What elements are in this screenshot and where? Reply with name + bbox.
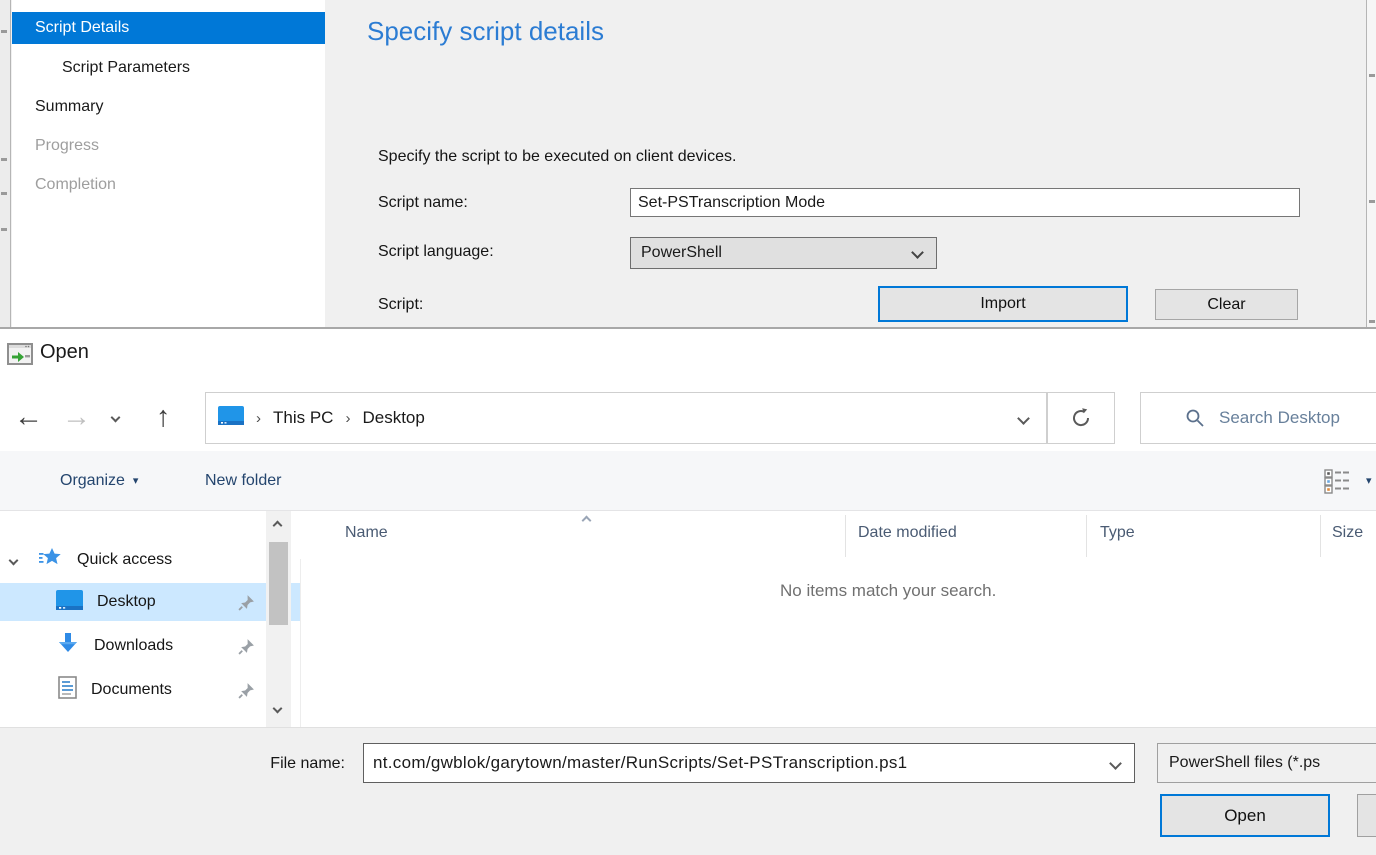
window-edge-artifact	[1, 192, 7, 195]
column-header-size[interactable]: Size	[1332, 524, 1363, 542]
empty-list-message: No items match your search.	[780, 581, 996, 601]
view-mode-chevron-icon[interactable]: ▾	[1366, 451, 1372, 510]
quick-access-icon	[39, 547, 63, 574]
new-folder-button[interactable]: New folder	[205, 451, 281, 510]
tree-item-label: Downloads	[94, 637, 173, 655]
open-dialog-icon	[7, 343, 33, 370]
column-divider[interactable]	[1086, 515, 1087, 557]
open-file-dialog: Open ← → ↑ › This PC › Desktop	[0, 329, 1376, 855]
column-divider[interactable]	[845, 515, 846, 557]
expander-chevron-icon[interactable]	[9, 555, 19, 565]
wizard-step-completion: Completion	[12, 169, 325, 201]
background-window-edge	[1366, 0, 1376, 329]
script-language-value: PowerShell	[641, 244, 722, 261]
chevron-down-icon	[911, 246, 924, 259]
search-placeholder: Search Desktop	[1219, 408, 1340, 428]
downloads-icon	[56, 632, 80, 661]
breadcrumb-separator: ›	[254, 410, 263, 427]
create-script-wizard-window: Script Details Script Parameters Summary…	[0, 0, 1376, 329]
column-divider[interactable]	[1320, 515, 1321, 557]
wizard-step-script-details[interactable]: Script Details	[12, 12, 325, 44]
navigation-pane: Quick access Desktop	[0, 511, 300, 727]
tree-item-desktop[interactable]: Desktop	[0, 583, 300, 621]
window-edge-artifact	[1369, 200, 1375, 203]
tree-scrollbar[interactable]	[266, 511, 291, 727]
view-mode-button[interactable]	[1322, 451, 1350, 510]
back-button[interactable]: ←	[14, 403, 43, 432]
page-title: Specify script details	[367, 16, 604, 47]
wizard-step-progress: Progress	[12, 130, 325, 162]
window-edge-artifact	[1, 228, 7, 231]
address-bar[interactable]: › This PC › Desktop	[205, 392, 1047, 444]
background-window-edge	[0, 0, 11, 329]
clear-button[interactable]: Clear	[1155, 289, 1298, 320]
script-description-text: Specify the script to be executed on cli…	[378, 148, 736, 166]
dialog-footer: File name: nt.com/gwblok/garytown/master…	[0, 727, 1376, 855]
tree-item-label: Quick access	[77, 551, 172, 569]
documents-icon	[58, 676, 77, 704]
window-edge-artifact	[1, 158, 7, 161]
scrollbar-thumb[interactable]	[269, 542, 288, 625]
file-name-label: File name:	[205, 755, 345, 773]
forward-button: →	[62, 403, 91, 432]
tree-item-documents[interactable]: Documents	[0, 671, 300, 709]
tree-item-downloads[interactable]: Downloads	[0, 627, 300, 665]
file-name-input[interactable]: nt.com/gwblok/garytown/master/RunScripts…	[363, 743, 1135, 783]
column-header-date-modified[interactable]: Date modified	[858, 524, 957, 542]
desktop-icon	[56, 590, 83, 615]
organize-menu-button[interactable]: Organize ▾	[60, 451, 138, 510]
wizard-main-panel: Specify script details Specify the scrip…	[325, 0, 1366, 327]
chevron-down-icon	[1109, 757, 1122, 770]
window-edge-artifact	[1369, 74, 1375, 77]
script-name-input[interactable]: Set-PSTranscription Mode	[630, 188, 1300, 217]
import-button[interactable]: Import	[878, 286, 1128, 322]
file-type-select[interactable]: PowerShell files (*.ps	[1157, 743, 1376, 783]
chevron-down-icon: ▾	[133, 474, 139, 487]
breadcrumb-this-pc[interactable]: This PC	[273, 408, 333, 428]
details-view-icon	[1322, 468, 1350, 494]
open-button[interactable]: Open	[1160, 794, 1330, 837]
pin-icon	[238, 682, 255, 704]
sort-ascending-icon	[582, 516, 592, 526]
refresh-button[interactable]	[1047, 392, 1115, 444]
wizard-steps-sidebar: Script Details Script Parameters Summary…	[12, 0, 325, 327]
script-label: Script:	[378, 296, 423, 314]
wizard-step-script-parameters[interactable]: Script Parameters	[12, 52, 325, 84]
command-bar: Organize ▾ New folder ▾	[0, 451, 1376, 511]
scroll-up-icon[interactable]	[273, 521, 283, 531]
script-name-label: Script name:	[378, 194, 468, 212]
window-edge-artifact	[1, 30, 7, 33]
refresh-icon	[1069, 406, 1093, 430]
new-folder-label: New folder	[205, 472, 281, 490]
script-language-label: Script language:	[378, 243, 494, 261]
address-dropdown-chevron-icon[interactable]	[1017, 412, 1030, 425]
desktop-location-icon	[218, 406, 244, 430]
file-name-value: nt.com/gwblok/garytown/master/RunScripts…	[373, 744, 1093, 782]
pin-icon	[238, 594, 255, 616]
tree-item-quick-access[interactable]: Quick access	[0, 541, 300, 579]
recent-locations-chevron-icon[interactable]	[111, 413, 121, 423]
column-header-type[interactable]: Type	[1100, 524, 1135, 542]
script-language-select[interactable]: PowerShell	[630, 237, 937, 269]
window-edge-artifact	[1369, 320, 1375, 323]
breadcrumb-separator: ›	[343, 410, 352, 427]
file-list-header: Name Date modified Type Size	[300, 511, 1376, 559]
organize-label: Organize	[60, 472, 125, 490]
pin-icon	[238, 638, 255, 660]
wizard-step-summary[interactable]: Summary	[12, 91, 325, 123]
tree-item-label: Documents	[91, 681, 172, 699]
breadcrumb-desktop[interactable]: Desktop	[362, 408, 424, 428]
search-input[interactable]: Search Desktop	[1140, 392, 1376, 444]
tree-item-label: Desktop	[97, 593, 156, 611]
cancel-button[interactable]	[1357, 794, 1376, 837]
column-header-name[interactable]: Name	[345, 524, 388, 542]
up-button[interactable]: ↑	[156, 403, 171, 432]
dialog-title: Open	[40, 341, 89, 364]
scroll-down-icon[interactable]	[273, 704, 283, 714]
search-icon	[1185, 408, 1205, 428]
